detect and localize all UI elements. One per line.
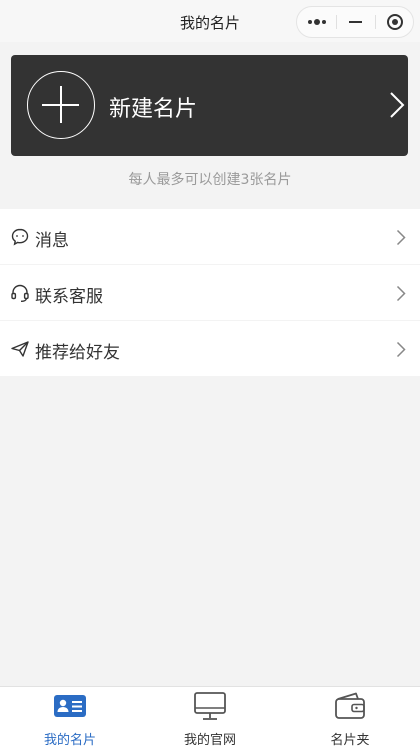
wallet-icon: [335, 692, 365, 719]
menu-list: 消息 联系客服 推荐给好友: [0, 209, 420, 377]
tab-my-website[interactable]: 我的官网: [140, 687, 280, 746]
tab-label: 我的名片: [43, 733, 96, 746]
card-limit-note: 每人最多可以创建3张名片: [128, 172, 292, 188]
chat-bubble-icon: [11, 228, 29, 246]
target-icon: [386, 14, 403, 30]
mini-program-capsule: [296, 6, 414, 38]
minimize-button[interactable]: [336, 7, 375, 37]
paper-plane-icon: [11, 341, 29, 357]
more-button[interactable]: [297, 7, 336, 37]
menu-item-label: 推荐给好友: [35, 343, 120, 363]
menu-item-label: 消息: [35, 231, 69, 251]
tab-card-holder[interactable]: 名片夹: [280, 687, 420, 746]
tab-label: 我的官网: [183, 733, 236, 746]
chevron-right-icon: [396, 285, 406, 302]
plus-circle-icon: [27, 71, 95, 139]
nav-header: 我的名片: [0, 0, 420, 42]
new-card-label: 新建名片: [109, 97, 198, 122]
chevron-right-icon: [396, 341, 406, 358]
menu-item-share[interactable]: 推荐给好友: [0, 321, 420, 376]
monitor-icon: [194, 692, 226, 720]
menu-item-label: 联系客服: [35, 287, 103, 307]
menu-item-customer-service[interactable]: 联系客服: [0, 265, 420, 320]
chevron-right-icon: [396, 229, 406, 246]
more-dots-icon: [307, 19, 326, 25]
minus-icon: [349, 21, 362, 23]
tab-label: 名片夹: [330, 733, 370, 746]
headset-icon: [11, 284, 29, 302]
page: 我的名片 新建名片 每人最多可以创建3张名片 消息 联系客服 推荐给好友 我的名…: [0, 0, 420, 746]
chevron-right-icon: [390, 92, 405, 118]
menu-item-messages[interactable]: 消息: [0, 209, 420, 264]
tab-my-card[interactable]: 我的名片: [0, 687, 140, 746]
new-card-button[interactable]: 新建名片: [11, 55, 408, 156]
close-button[interactable]: [375, 7, 414, 37]
bottom-tab-bar: 我的名片 我的官网 名片夹: [0, 686, 420, 746]
business-card-icon: [54, 695, 86, 717]
